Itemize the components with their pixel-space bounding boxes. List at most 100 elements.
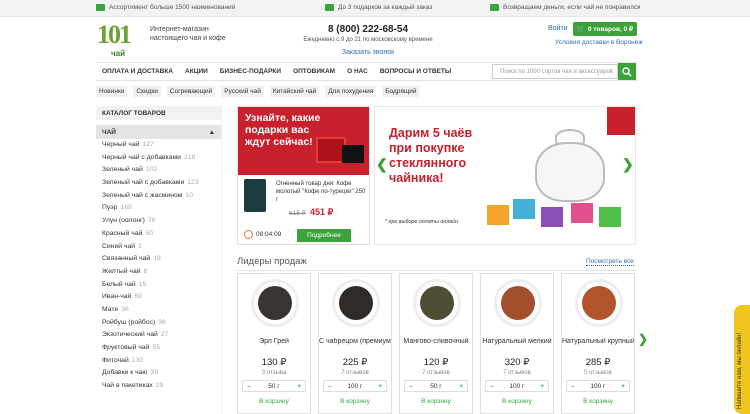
tag-invigorating[interactable]: Бодрящий	[382, 86, 420, 97]
sidebar-item[interactable]: Мате 36	[96, 304, 221, 317]
callback-link[interactable]: Заказать звонок	[298, 49, 438, 56]
increase-button[interactable]: +	[459, 383, 463, 390]
sidebar-item[interactable]: Экзотический чай 27	[96, 329, 221, 342]
phone-number[interactable]: 8 (800) 222-68-54	[298, 24, 438, 35]
product-card[interactable]: Натуральный мелкий 320 ₽ 7 отзывов – 100 г + В…	[480, 273, 554, 414]
add-to-cart-button[interactable]: В корзину	[481, 398, 553, 405]
tag-warming[interactable]: Согревающий	[166, 86, 216, 97]
sidebar-item[interactable]: Черный чай с добавками 218	[96, 152, 221, 165]
sidebar-item[interactable]: Иван-чай 59	[96, 291, 221, 304]
product-reviews[interactable]: 7 отзывов	[319, 370, 391, 376]
details-button[interactable]: Подробнее	[297, 229, 351, 242]
increase-button[interactable]: +	[378, 383, 382, 390]
product-image[interactable]	[332, 279, 380, 327]
nav-promotions[interactable]: АКЦИИ	[179, 68, 214, 75]
quantity-value[interactable]: 100 г	[509, 383, 524, 390]
product-image[interactable]	[413, 279, 461, 327]
category-tea[interactable]: ЧАЙ ▲	[96, 125, 221, 139]
tag-russian-tea[interactable]: Русский чай	[221, 86, 264, 97]
teapot-banner[interactable]: Дарим 5 чаёв при покупке стеклянного чай…	[374, 106, 636, 245]
cart-button[interactable]: 🛒 0 товаров, 0 ₽	[573, 22, 637, 36]
delivery-link[interactable]: Условия доставки в Воронеж	[555, 39, 643, 46]
product-card[interactable]: Эрл Грей 130 ₽ 3 отзыва – 50 г + В корзину	[237, 273, 311, 414]
product-image[interactable]	[494, 279, 542, 327]
increase-button[interactable]: +	[621, 383, 625, 390]
search-input[interactable]: Поиск по 1000 сортов чая и аксессуаров	[492, 64, 618, 79]
sidebar-item[interactable]: Красный чай 50	[96, 228, 221, 241]
sidebar-item[interactable]: Желтый чай 6	[96, 266, 221, 279]
increase-button[interactable]: +	[540, 383, 544, 390]
tag-discounts[interactable]: Скидки	[133, 86, 161, 97]
tag-chinese-tea[interactable]: Китайский чай	[269, 86, 320, 97]
add-to-cart-button[interactable]: В корзину	[562, 398, 634, 405]
product-card[interactable]: С чабрецом (премиум) 225 ₽ 7 отзывов – 100 г…	[318, 273, 392, 414]
decrease-button[interactable]: –	[247, 383, 251, 390]
search-button[interactable]	[618, 63, 636, 80]
quantity-value[interactable]: 100 г	[590, 383, 605, 390]
login-link[interactable]: Войти	[548, 25, 568, 32]
product-name[interactable]: Мангово-сливочный	[400, 338, 472, 345]
sidebar-item[interactable]: Ройбуш (ройбос) 36	[96, 317, 221, 330]
sidebar-item[interactable]: Фиточай 130	[96, 355, 221, 368]
sidebar-item[interactable]: Добавки к чаю 39	[96, 367, 221, 380]
product-reviews[interactable]: 7 отзывов	[481, 370, 553, 376]
product-reviews[interactable]: 3 отзыва	[238, 370, 310, 376]
carousel-next-arrow[interactable]: ❯	[638, 332, 648, 346]
quantity-value[interactable]: 50 г	[268, 383, 279, 390]
product-card[interactable]: Натуральный крупный 285 ₽ 5 отзывов – 100 г +…	[561, 273, 635, 414]
sidebar-item[interactable]: Зеленый чай с жасмином 10	[96, 190, 221, 203]
product-name[interactable]: Натуральный мелкий	[481, 338, 553, 345]
add-to-cart-button[interactable]: В корзину	[400, 398, 472, 405]
quantity-stepper: – 100 г +	[323, 380, 387, 392]
decrease-button[interactable]: –	[409, 383, 413, 390]
product-image[interactable]	[575, 279, 623, 327]
product-reviews[interactable]: 7 отзывов	[400, 370, 472, 376]
site-logo[interactable]: 101 чай	[97, 22, 143, 60]
slider-next-arrow[interactable]: ❯	[622, 156, 634, 173]
coffee-pack-image[interactable]	[244, 179, 266, 212]
sidebar-item[interactable]: Зеленый чай 102	[96, 164, 221, 177]
chat-widget[interactable]: Напишите нам, мы онлайн!	[734, 305, 750, 414]
nav-about[interactable]: О НАС	[341, 68, 374, 75]
view-all-link[interactable]: Посмотреть все	[586, 258, 634, 266]
sidebar-item[interactable]: Связанный чай 19	[96, 253, 221, 266]
slider-prev-arrow[interactable]: ❮	[376, 156, 388, 173]
add-to-cart-button[interactable]: В корзину	[319, 398, 391, 405]
decrease-button[interactable]: –	[328, 383, 332, 390]
quantity-value[interactable]: 50 г	[430, 383, 441, 390]
increase-button[interactable]: +	[297, 383, 301, 390]
tag-new[interactable]: Новинки	[96, 86, 128, 97]
banner-title: Дарим 5 чаёв при покупке стеклянного чай…	[389, 126, 473, 185]
sidebar-item[interactable]: Белый чай 15	[96, 279, 221, 292]
wallet-icon	[490, 4, 499, 11]
product-name[interactable]: Эрл Грей	[238, 338, 310, 345]
nav-business-gifts[interactable]: БИЗНЕС-ПОДАРКИ	[214, 68, 287, 75]
sidebar-item[interactable]: Улун (оолонг) 76	[96, 215, 221, 228]
sidebar-item[interactable]: Черный чай 127	[96, 139, 221, 152]
quantity-stepper: – 100 г +	[485, 380, 549, 392]
product-image[interactable]	[251, 279, 299, 327]
top-info-bar: Ассортимент больше 1500 наименований До …	[0, 0, 750, 17]
logo-mark: 101	[97, 20, 132, 49]
product-name[interactable]: С чабрецом (премиум)	[319, 338, 391, 345]
tag-weight-loss[interactable]: Для похудения	[325, 86, 377, 97]
sidebar-item[interactable]: Чай в пакетиках 29	[96, 380, 221, 393]
nav-payment-delivery[interactable]: ОПЛАТА И ДОСТАВКА	[96, 68, 179, 75]
sidebar-item[interactable]: Синий чай 2	[96, 241, 221, 254]
product-card[interactable]: Мангово-сливочный 120 ₽ 7 отзывов – 50 г + В к…	[399, 273, 473, 414]
product-name[interactable]: Натуральный крупный	[562, 338, 634, 345]
product-reviews[interactable]: 5 отзывов	[562, 370, 634, 376]
nav-wholesale[interactable]: ОПТОВИКАМ	[287, 68, 341, 75]
deal-of-day-text[interactable]: Огненный товар дня: Кофе молотый "Кофе п…	[276, 180, 368, 204]
decrease-button[interactable]: –	[490, 383, 494, 390]
quantity-value[interactable]: 100 г	[347, 383, 362, 390]
add-to-cart-button[interactable]: В корзину	[238, 398, 310, 405]
quick-tags: Новинки Скидки Согревающий Русский чай К…	[96, 86, 420, 97]
sidebar-item[interactable]: Зеленый чай с добавками 123	[96, 177, 221, 190]
decrease-button[interactable]: –	[571, 383, 575, 390]
sidebar-item[interactable]: Фруктовый чай 55	[96, 342, 221, 355]
gift-promo-banner[interactable]: Узнайте, какие подарки вас ждут сейчас!	[238, 107, 369, 175]
sidebar-item[interactable]: Пуэр 169	[96, 202, 221, 215]
nav-faq[interactable]: ВОПРОСЫ И ОТВЕТЫ	[374, 68, 457, 75]
tea-leaves-image	[420, 286, 454, 320]
